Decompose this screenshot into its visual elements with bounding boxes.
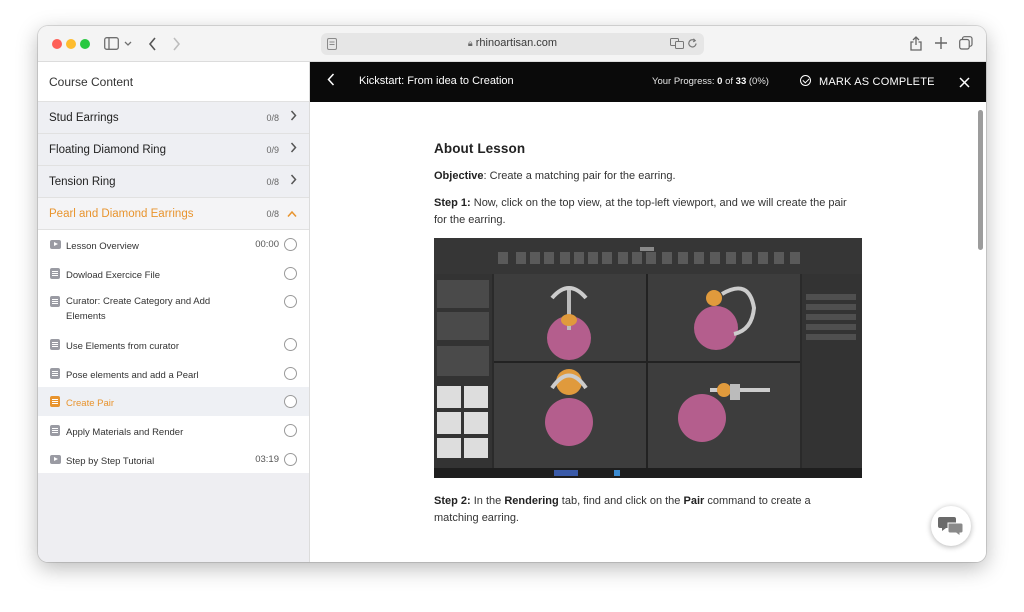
lesson-title: Step by Step Tutorial xyxy=(66,455,155,467)
back-icon[interactable] xyxy=(148,37,157,51)
lesson-title: Create Pair xyxy=(66,398,115,410)
lesson-complete-checkbox[interactable] xyxy=(284,338,297,352)
topic-tension-ring[interactable]: Tension Ring 0/8 xyxy=(38,166,309,198)
topic-count: 0/8 xyxy=(266,113,279,123)
lesson-topbar: Kickstart: From idea to Creation Your Pr… xyxy=(310,62,986,102)
url-text: 🔒︎ rhinoartisan.com xyxy=(467,37,558,49)
close-icon[interactable] xyxy=(959,77,970,88)
document-icon xyxy=(50,339,60,351)
lesson-complete-checkbox[interactable] xyxy=(284,423,297,437)
lesson-item[interactable]: Apply Materials and Render xyxy=(38,416,309,445)
lesson-title: Apply Materials and Render xyxy=(66,426,184,438)
lesson-title: Use Elements from curator xyxy=(66,341,179,353)
forward-icon[interactable] xyxy=(172,37,181,51)
lesson-complete-checkbox[interactable] xyxy=(284,452,297,466)
document-icon xyxy=(50,424,60,436)
lesson-content: About Lesson Objective: Create a matchin… xyxy=(310,102,986,562)
topic-count: 0/8 xyxy=(266,177,279,187)
share-icon[interactable] xyxy=(910,36,922,51)
topic-count: 0/9 xyxy=(266,145,279,155)
close-window-button[interactable] xyxy=(52,39,62,49)
lesson-complete-checkbox[interactable] xyxy=(284,266,297,280)
topic-floating-diamond-ring[interactable]: Floating Diamond Ring 0/9 xyxy=(38,134,309,166)
lesson-item[interactable]: Dowload Exercice File xyxy=(38,259,309,288)
content-scrollbar[interactable] xyxy=(978,110,983,250)
chevron-right-icon xyxy=(290,110,297,121)
course-sidebar: Course Content Stud Earrings 0/8 Floatin… xyxy=(38,62,310,562)
lesson-item[interactable]: Curator: Create Category and Add Element… xyxy=(38,287,309,330)
mark-as-complete-button[interactable]: MARK AS COMPLETE xyxy=(800,75,935,88)
chat-support-button[interactable] xyxy=(931,506,971,546)
document-icon xyxy=(50,296,60,308)
tab-overview-icon[interactable] xyxy=(959,36,973,50)
reload-icon[interactable] xyxy=(687,38,698,49)
about-lesson-heading: About Lesson xyxy=(434,141,526,156)
lesson-title: Curator: Create Category and Add Element… xyxy=(66,296,211,323)
topic-title: Floating Diamond Ring xyxy=(49,144,166,156)
document-icon xyxy=(50,367,60,379)
lesson-title: Pose elements and add a Pearl xyxy=(66,369,199,381)
browser-window: 🔒︎ rhinoartisan.com Course Content Stud … xyxy=(38,26,986,562)
topic-title: Pearl and Diamond Earrings xyxy=(49,208,194,220)
video-icon xyxy=(50,240,61,249)
lesson-list: Lesson Overview 00:00 Dowload Exercice F… xyxy=(38,230,309,474)
chat-icon xyxy=(938,517,964,537)
topic-stud-earrings[interactable]: Stud Earrings 0/8 xyxy=(38,102,309,134)
course-content-header: Course Content xyxy=(38,62,309,102)
step-2-paragraph: Step 2: In the Rendering tab, find and c… xyxy=(434,495,811,524)
document-icon xyxy=(50,396,60,408)
browser-titlebar: 🔒︎ rhinoartisan.com xyxy=(38,26,986,62)
chevron-up-icon xyxy=(287,210,297,217)
rhino-viewport-screenshot xyxy=(434,238,862,478)
address-bar[interactable]: 🔒︎ rhinoartisan.com xyxy=(321,33,704,55)
progress-done: 0 xyxy=(717,76,723,87)
lesson-complete-checkbox[interactable] xyxy=(284,366,297,380)
topic-title: Tension Ring xyxy=(49,176,116,188)
chevron-right-icon xyxy=(290,174,297,185)
topic-title: Stud Earrings xyxy=(49,112,119,124)
progress-total: 33 xyxy=(735,76,747,87)
lesson-complete-checkbox[interactable] xyxy=(284,238,297,251)
lesson-item[interactable]: Use Elements from curator xyxy=(38,330,309,359)
lesson-item[interactable]: Pose elements and add a Pearl xyxy=(38,359,309,388)
minimize-window-button[interactable] xyxy=(66,39,76,49)
new-tab-icon[interactable] xyxy=(935,37,947,49)
translate-icon[interactable] xyxy=(670,38,684,49)
chevron-down-icon[interactable] xyxy=(124,41,132,47)
lesson-title: Lesson Overview xyxy=(66,241,139,252)
step-1-paragraph: Step 1: Now, click on the top view, at t… xyxy=(434,197,847,226)
progress-indicator: Your Progress: 0 of 33 (0%) xyxy=(652,76,769,87)
course-title: Kickstart: From idea to Creation xyxy=(359,75,514,87)
lesson-item[interactable]: Lesson Overview 00:00 xyxy=(38,230,309,259)
video-icon xyxy=(50,454,61,464)
lesson-duration: 03:19 xyxy=(255,453,279,465)
objective-paragraph: Objective: Create a matching pair for th… xyxy=(434,170,676,182)
lesson-complete-checkbox[interactable] xyxy=(284,395,297,409)
lesson-complete-checkbox[interactable] xyxy=(284,295,297,309)
chevron-right-icon xyxy=(290,142,297,153)
topic-pearl-and-diamond-earrings[interactable]: Pearl and Diamond Earrings 0/8 xyxy=(38,198,309,230)
document-icon xyxy=(50,267,60,279)
lesson-item-current[interactable]: Create Pair xyxy=(38,387,309,416)
rhino-viewport-image xyxy=(434,238,862,478)
lesson-duration: 00:00 xyxy=(255,239,279,250)
topic-count: 0/8 xyxy=(266,209,279,219)
check-circle-icon xyxy=(800,75,811,86)
lesson-item[interactable]: Step by Step Tutorial 03:19 xyxy=(38,445,309,474)
sidebar-toggle-icon[interactable] xyxy=(104,37,119,50)
zoom-window-button[interactable] xyxy=(80,39,90,49)
lock-icon: 🔒︎ xyxy=(467,38,473,48)
back-arrow-icon[interactable] xyxy=(327,73,335,86)
lesson-title: Dowload Exercice File xyxy=(66,269,160,281)
